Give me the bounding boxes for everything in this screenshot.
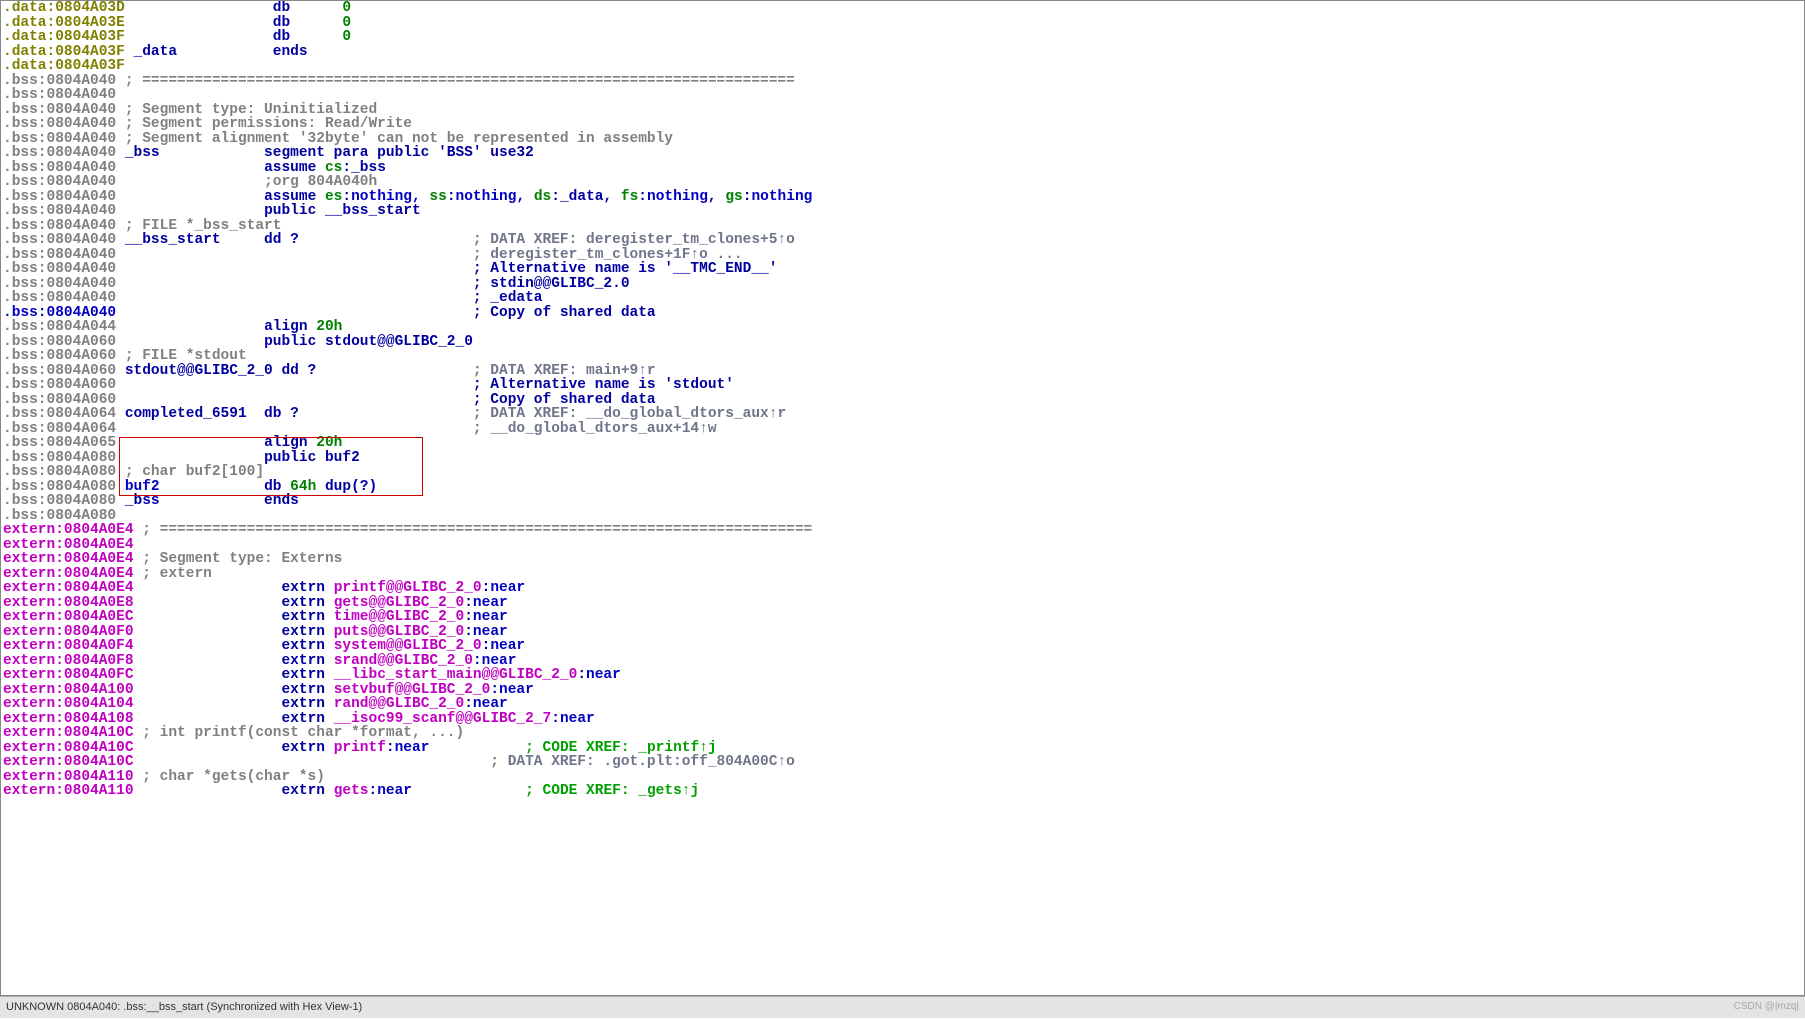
disasm-line[interactable]: extern:0804A0E8 extrn gets@@GLIBC_2_0:ne… [3,596,1802,611]
disasm-line[interactable]: .bss:0804A080 buf2 db 64h dup(?) [3,480,1802,495]
status-text: UNKNOWN 0804A040: .bss:__bss_start (Sync… [6,1000,362,1015]
disasm-line[interactable]: .data:0804A03E db 0 [3,16,1802,31]
disasm-line[interactable]: .bss:0804A040 ; _edata [3,291,1802,306]
disasm-line[interactable]: .bss:0804A065 align 20h [3,436,1802,451]
disasm-line[interactable]: .bss:0804A040 ; deregister_tm_clones+1F↑… [3,248,1802,263]
disasm-line[interactable]: extern:0804A100 extrn setvbuf@@GLIBC_2_0… [3,683,1802,698]
disasm-line[interactable]: extern:0804A104 extrn rand@@GLIBC_2_0:ne… [3,697,1802,712]
disasm-line[interactable]: extern:0804A0F0 extrn puts@@GLIBC_2_0:ne… [3,625,1802,640]
status-bar: UNKNOWN 0804A040: .bss:__bss_start (Sync… [0,996,1805,1018]
disasm-line[interactable]: .bss:0804A060 ; Alternative name is 'std… [3,378,1802,393]
disasm-line[interactable]: extern:0804A0E4 [3,538,1802,553]
disasm-line[interactable]: .bss:0804A060 public stdout@@GLIBC_2_0 [3,335,1802,350]
disasm-line[interactable]: .bss:0804A040 ; Segment permissions: Rea… [3,117,1802,132]
disasm-line[interactable]: .bss:0804A064 ; __do_global_dtors_aux+14… [3,422,1802,437]
disasm-line[interactable]: .bss:0804A040 assume cs:_bss [3,161,1802,176]
disasm-line[interactable]: extern:0804A0E4 ; ======================… [3,523,1802,538]
disasm-line[interactable]: .bss:0804A040 ; stdin@@GLIBC_2.0 [3,277,1802,292]
disasm-line[interactable]: .bss:0804A040 ; Segment alignment '32byt… [3,132,1802,147]
disasm-line[interactable]: extern:0804A0E4 ; Segment type: Externs [3,552,1802,567]
disasm-line[interactable]: .bss:0804A080 public buf2 [3,451,1802,466]
disasm-line[interactable]: extern:0804A0E4 extrn printf@@GLIBC_2_0:… [3,581,1802,596]
disasm-line[interactable]: .bss:0804A040 __bss_start dd ? ; DATA XR… [3,233,1802,248]
disasm-line[interactable]: .bss:0804A040 ;org 804A040h [3,175,1802,190]
disasm-line[interactable]: extern:0804A0EC extrn time@@GLIBC_2_0:ne… [3,610,1802,625]
disasm-line[interactable]: extern:0804A110 ; char *gets(char *s) [3,770,1802,785]
disasm-line[interactable]: extern:0804A10C ; int printf(const char … [3,726,1802,741]
disasm-line[interactable]: extern:0804A0FC extrn __libc_start_main@… [3,668,1802,683]
watermark: CSDN @|mzq| [1734,1000,1799,1015]
disasm-line[interactable]: extern:0804A0F4 extrn system@@GLIBC_2_0:… [3,639,1802,654]
disasm-line[interactable]: .bss:0804A044 align 20h [3,320,1802,335]
disasm-line[interactable]: .bss:0804A040 ; Copy of shared data [3,306,1802,321]
disasm-line[interactable]: .bss:0804A040 ; Segment type: Uninitiali… [3,103,1802,118]
disasm-line[interactable]: .bss:0804A080 ; char buf2[100] [3,465,1802,480]
disasm-line[interactable]: .bss:0804A040 ; ========================… [3,74,1802,89]
disasm-line[interactable]: .bss:0804A040 [3,88,1802,103]
disasm-line[interactable]: .bss:0804A060 ; FILE *stdout [3,349,1802,364]
disasm-line[interactable]: .data:0804A03F db 0 [3,30,1802,45]
disasm-line[interactable]: .bss:0804A040 public __bss_start [3,204,1802,219]
disasm-line[interactable]: extern:0804A108 extrn __isoc99_scanf@@GL… [3,712,1802,727]
disasm-line[interactable]: .bss:0804A040 ; Alternative name is '__T… [3,262,1802,277]
disasm-line[interactable]: extern:0804A0E4 ; extern [3,567,1802,582]
disasm-line[interactable]: extern:0804A10C extrn printf:near ; CODE… [3,741,1802,756]
disassembly-lines[interactable]: .data:0804A03D db 0.data:0804A03E db 0.d… [3,1,1802,799]
disasm-line[interactable]: extern:0804A0F8 extrn srand@@GLIBC_2_0:n… [3,654,1802,669]
disassembly-view[interactable]: .data:0804A03D db 0.data:0804A03E db 0.d… [0,0,1805,996]
disasm-line[interactable]: .bss:0804A060 stdout@@GLIBC_2_0 dd ? ; D… [3,364,1802,379]
disasm-line[interactable]: extern:0804A10C ; DATA XREF: .got.plt:of… [3,755,1802,770]
disasm-line[interactable]: .bss:0804A040 _bss segment para public '… [3,146,1802,161]
disasm-line[interactable]: .bss:0804A040 ; FILE *_bss_start [3,219,1802,234]
disasm-line[interactable]: .data:0804A03F _data ends [3,45,1802,60]
disasm-line[interactable]: .bss:0804A040 assume es:nothing, ss:noth… [3,190,1802,205]
disasm-line[interactable]: .data:0804A03F [3,59,1802,74]
disasm-line[interactable]: .data:0804A03D db 0 [3,1,1802,16]
disasm-line[interactable]: extern:0804A110 extrn gets:near ; CODE X… [3,784,1802,799]
disasm-line[interactable]: .bss:0804A080 [3,509,1802,524]
disasm-line[interactable]: .bss:0804A064 completed_6591 db ? ; DATA… [3,407,1802,422]
disasm-line[interactable]: .bss:0804A080 _bss ends [3,494,1802,509]
disasm-line[interactable]: .bss:0804A060 ; Copy of shared data [3,393,1802,408]
